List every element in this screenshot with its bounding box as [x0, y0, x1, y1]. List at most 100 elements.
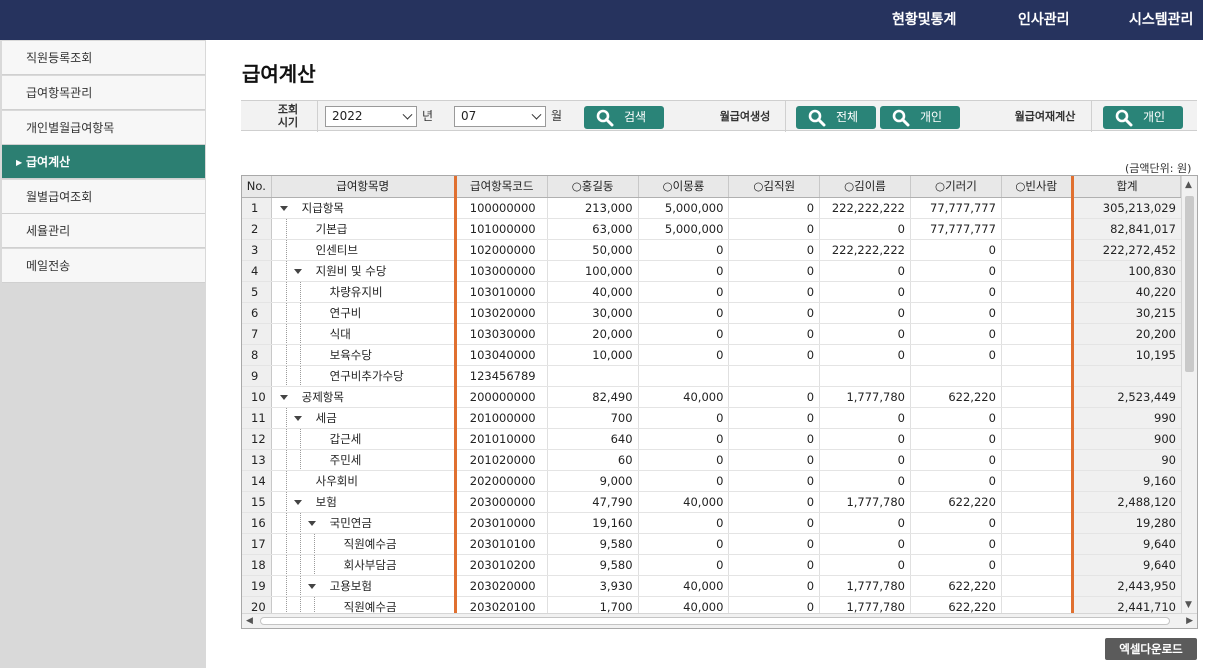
- employee-amount-cell[interactable]: 0: [728, 491, 821, 513]
- employee-amount-cell[interactable]: 0: [638, 323, 730, 345]
- employee-amount-cell[interactable]: 700: [547, 407, 639, 429]
- employee-amount-cell[interactable]: [1001, 470, 1073, 492]
- item-code-cell[interactable]: 101000000: [455, 218, 548, 240]
- employee-amount-cell[interactable]: 0: [819, 260, 911, 282]
- employee-amount-cell[interactable]: [1001, 491, 1073, 513]
- employee-amount-cell[interactable]: 40,000: [547, 281, 639, 303]
- employee-amount-cell[interactable]: [1001, 365, 1073, 387]
- employee-amount-cell[interactable]: 40,000: [638, 575, 730, 597]
- employee-amount-cell[interactable]: 0: [910, 281, 1002, 303]
- employee-amount-cell[interactable]: 0: [728, 554, 821, 576]
- column-header-employee[interactable]: ○기러기: [910, 176, 1002, 198]
- employee-amount-cell[interactable]: [1001, 575, 1073, 597]
- column-header-no[interactable]: No.: [242, 176, 272, 198]
- scroll-up-icon[interactable]: ▲: [1185, 179, 1192, 191]
- sidebar-item-pay-calculation[interactable]: ▶ 급여계산: [2, 145, 205, 179]
- employee-amount-cell[interactable]: 40,000: [638, 386, 730, 408]
- table-row[interactable]: 14 사우회비 202000000 9,000 0 0 0 0 9,160: [242, 470, 1197, 492]
- employee-amount-cell[interactable]: 0: [910, 407, 1002, 429]
- employee-amount-cell[interactable]: 0: [728, 302, 821, 324]
- employee-amount-cell[interactable]: 82,490: [547, 386, 639, 408]
- item-name-cell[interactable]: 차량유지비: [271, 281, 457, 303]
- employee-amount-cell[interactable]: [728, 365, 821, 387]
- table-row[interactable]: 13 주민세 201020000 60 0 0 0 0 90: [242, 449, 1197, 471]
- employee-amount-cell[interactable]: 0: [910, 449, 1002, 471]
- tree-toggle[interactable]: [293, 261, 307, 281]
- scroll-right-icon[interactable]: ▶: [1186, 615, 1193, 627]
- employee-amount-cell[interactable]: [638, 365, 730, 387]
- employee-amount-cell[interactable]: [1001, 344, 1073, 366]
- employee-amount-cell[interactable]: 622,220: [910, 575, 1002, 597]
- year-select[interactable]: 2022: [325, 106, 417, 127]
- employee-amount-cell[interactable]: 0: [728, 239, 821, 261]
- sidebar-item-personal-monthly-pay[interactable]: 개인별월급여항목: [2, 111, 205, 145]
- item-name-cell[interactable]: 보험: [271, 491, 457, 513]
- employee-amount-cell[interactable]: [1001, 281, 1073, 303]
- employee-amount-cell[interactable]: 0: [910, 260, 1002, 282]
- horizontal-scrollbar[interactable]: ◀ ▶: [242, 613, 1197, 628]
- employee-amount-cell[interactable]: 19,160: [547, 512, 639, 534]
- recalc-personal-button[interactable]: 개인: [1103, 106, 1183, 129]
- employee-amount-cell[interactable]: 0: [728, 533, 821, 555]
- employee-amount-cell[interactable]: 622,220: [910, 386, 1002, 408]
- employee-amount-cell[interactable]: [910, 365, 1002, 387]
- sidebar-item-employee-registration[interactable]: 직원등록조회: [2, 41, 205, 75]
- item-name-cell[interactable]: 식대: [271, 323, 457, 345]
- employee-amount-cell[interactable]: 0: [638, 302, 730, 324]
- employee-amount-cell[interactable]: 50,000: [547, 239, 639, 261]
- tree-toggle[interactable]: [293, 492, 307, 512]
- scroll-left-icon[interactable]: ◀: [246, 615, 253, 627]
- employee-amount-cell[interactable]: 0: [910, 428, 1002, 450]
- item-name-cell[interactable]: 인센티브: [271, 239, 457, 261]
- item-code-cell[interactable]: 203010200: [455, 554, 548, 576]
- employee-amount-cell[interactable]: 5,000,000: [638, 197, 730, 219]
- employee-amount-cell[interactable]: 100,000: [547, 260, 639, 282]
- employee-amount-cell[interactable]: [1001, 386, 1073, 408]
- excel-download-button[interactable]: 엑셀다운로드: [1105, 638, 1197, 660]
- employee-amount-cell[interactable]: 1,777,780: [819, 386, 911, 408]
- employee-amount-cell[interactable]: [819, 365, 911, 387]
- employee-amount-cell[interactable]: 9,580: [547, 533, 639, 555]
- item-code-cell[interactable]: 203010000: [455, 512, 548, 534]
- table-row[interactable]: 11 세금 201000000 700 0 0 0 0 990: [242, 407, 1197, 429]
- column-header-employee[interactable]: ○이몽룡: [638, 176, 730, 198]
- table-row[interactable]: 2 기본급 101000000 63,000 5,000,000 0 0 77,777,777…: [242, 218, 1197, 240]
- column-header-employee[interactable]: ○김직원: [728, 176, 821, 198]
- item-code-cell[interactable]: 123456789: [455, 365, 548, 387]
- employee-amount-cell[interactable]: 0: [728, 512, 821, 534]
- item-code-cell[interactable]: 201010000: [455, 428, 548, 450]
- item-code-cell[interactable]: 103030000: [455, 323, 548, 345]
- employee-amount-cell[interactable]: 0: [638, 533, 730, 555]
- item-name-cell[interactable]: 기본급: [271, 218, 457, 240]
- item-code-cell[interactable]: 203010100: [455, 533, 548, 555]
- generate-personal-button[interactable]: 개인: [880, 106, 960, 129]
- employee-amount-cell[interactable]: 0: [728, 260, 821, 282]
- table-row[interactable]: 9 연구비추가수당 123456789: [242, 365, 1197, 387]
- employee-amount-cell[interactable]: 0: [638, 281, 730, 303]
- employee-amount-cell[interactable]: 0: [728, 197, 821, 219]
- employee-amount-cell[interactable]: [1001, 533, 1073, 555]
- item-name-cell[interactable]: 세금: [271, 407, 457, 429]
- item-code-cell[interactable]: 100000000: [455, 197, 548, 219]
- month-select[interactable]: 07: [454, 106, 546, 127]
- employee-amount-cell[interactable]: 0: [638, 428, 730, 450]
- employee-amount-cell[interactable]: 0: [638, 554, 730, 576]
- employee-amount-cell[interactable]: 0: [728, 428, 821, 450]
- employee-amount-cell[interactable]: 0: [819, 218, 911, 240]
- employee-amount-cell[interactable]: 622,220: [910, 491, 1002, 513]
- employee-amount-cell[interactable]: 0: [819, 407, 911, 429]
- table-row[interactable]: 10 공제항목 200000000 82,490 40,000 0 1,777,780 622…: [242, 386, 1197, 408]
- column-header-total[interactable]: 합계: [1070, 176, 1182, 198]
- table-row[interactable]: 12 갑근세 201010000 640 0 0 0 0 900: [242, 428, 1197, 450]
- employee-amount-cell[interactable]: 0: [910, 302, 1002, 324]
- item-code-cell[interactable]: 202000000: [455, 470, 548, 492]
- tree-toggle[interactable]: [293, 408, 307, 428]
- employee-amount-cell[interactable]: [1001, 554, 1073, 576]
- item-code-cell[interactable]: 201000000: [455, 407, 548, 429]
- tree-toggle[interactable]: [279, 387, 293, 407]
- employee-amount-cell[interactable]: 222,222,222: [819, 197, 911, 219]
- item-name-cell[interactable]: 고용보험: [271, 575, 457, 597]
- generate-all-button[interactable]: 전체: [796, 106, 876, 129]
- nav-hr-management[interactable]: 인사관리: [1018, 0, 1070, 40]
- employee-amount-cell[interactable]: 0: [910, 554, 1002, 576]
